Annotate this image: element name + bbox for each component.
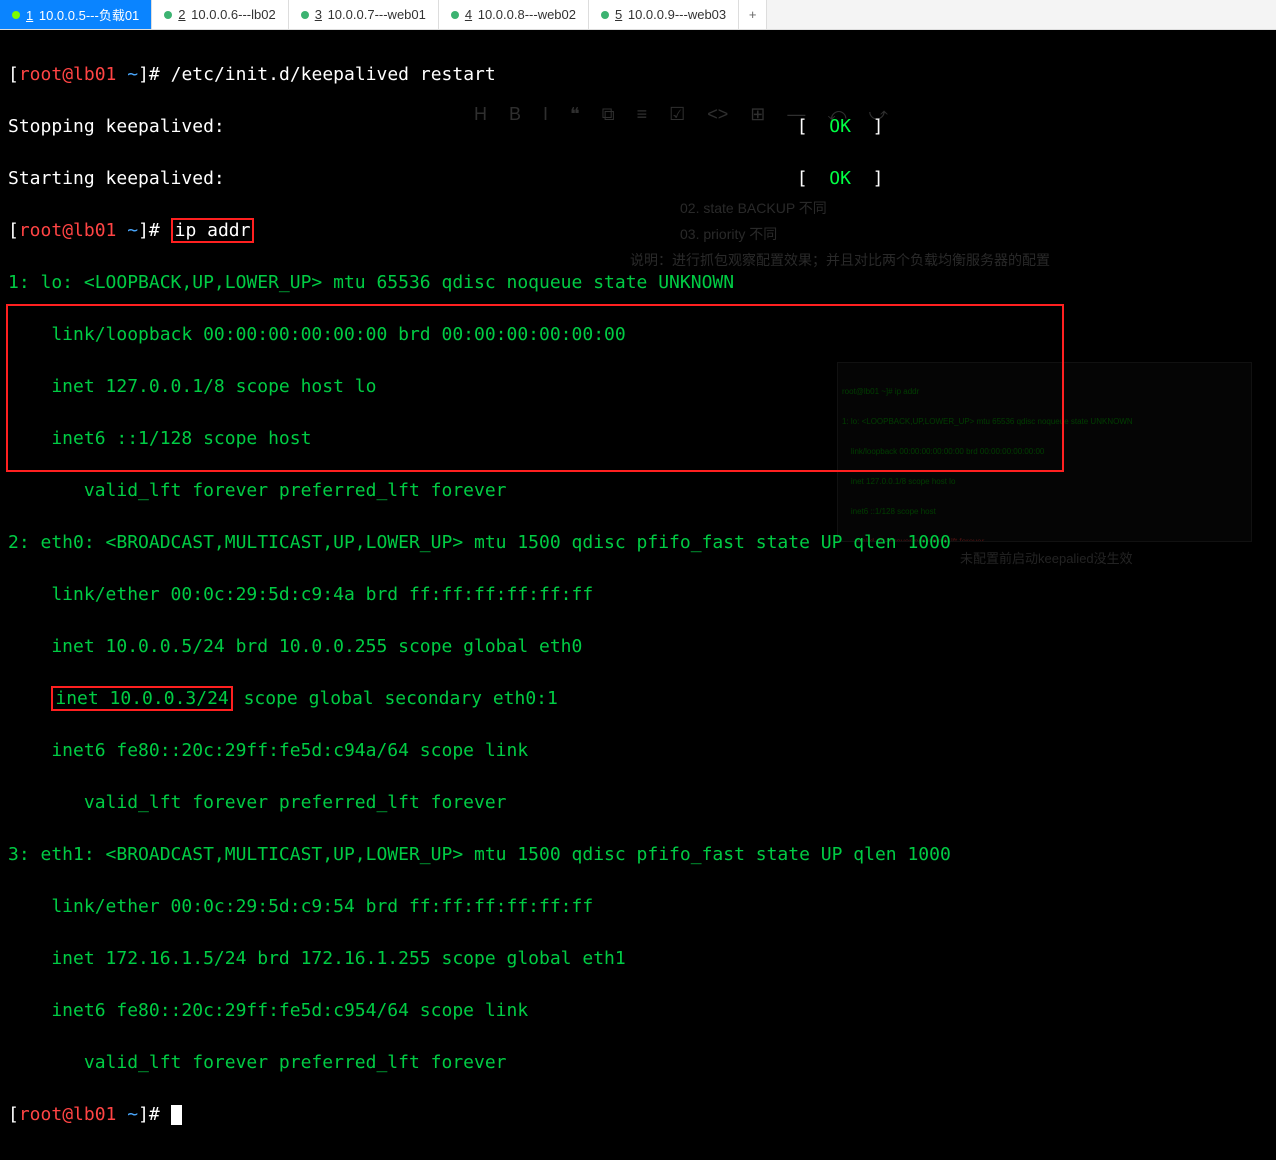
tab-5[interactable]: 5 10.0.0.9---web03 xyxy=(589,0,739,29)
status-dot-icon xyxy=(301,11,309,19)
command-text: /etc/init.d/keepalived restart xyxy=(171,64,496,85)
terminal-line: inet 10.0.0.3/24 scope global secondary … xyxy=(8,686,1268,712)
status-dot-icon xyxy=(12,11,20,19)
terminal-line: inet6 ::1/128 scope host xyxy=(8,426,1268,452)
terminal-line: inet 10.0.0.5/24 brd 10.0.0.255 scope gl… xyxy=(8,634,1268,660)
terminal-line: valid_lft forever preferred_lft forever xyxy=(8,1050,1268,1076)
terminal-line: link/ether 00:0c:29:5d:c9:54 brd ff:ff:f… xyxy=(8,894,1268,920)
tab-label: 10.0.0.5---负载01 xyxy=(39,8,139,23)
terminal-line: Starting keepalived:[ OK ] xyxy=(8,166,1268,192)
plus-icon: + xyxy=(749,7,757,22)
status-dot-icon xyxy=(451,11,459,19)
tab-1[interactable]: 1 10.0.0.5---负载01 xyxy=(0,0,152,29)
tab-num: 5 xyxy=(615,7,622,22)
vip-highlight: inet 10.0.0.3/24 xyxy=(51,686,232,711)
tab-2[interactable]: 2 10.0.0.6---lb02 xyxy=(152,0,288,29)
terminal-line: inet6 fe80::20c:29ff:fe5d:c94a/64 scope … xyxy=(8,738,1268,764)
tab-label: 10.0.0.6---lb02 xyxy=(191,7,276,22)
add-tab-button[interactable]: + xyxy=(739,0,767,29)
terminal-line: inet 127.0.0.1/8 scope host lo xyxy=(8,374,1268,400)
tab-num: 2 xyxy=(178,7,185,22)
command-text-highlighted: ip addr xyxy=(171,218,255,243)
tab-num: 4 xyxy=(465,7,472,22)
terminal-line: Stopping keepalived:[ OK ] xyxy=(8,114,1268,140)
terminal-line: [root@lb01 ~]# /etc/init.d/keepalived re… xyxy=(8,62,1268,88)
tab-num: 1 xyxy=(26,8,33,23)
status-dot-icon xyxy=(601,11,609,19)
terminal-line: [root@lb01 ~]# xyxy=(8,1102,1268,1128)
tab-label: 10.0.0.7---web01 xyxy=(328,7,426,22)
terminal-line: valid_lft forever preferred_lft forever xyxy=(8,790,1268,816)
tab-label: 10.0.0.9---web03 xyxy=(628,7,726,22)
status-dot-icon xyxy=(164,11,172,19)
terminal-line: link/loopback 00:00:00:00:00:00 brd 00:0… xyxy=(8,322,1268,348)
terminal-line: inet 172.16.1.5/24 brd 172.16.1.255 scop… xyxy=(8,946,1268,972)
cursor-icon xyxy=(171,1105,182,1125)
terminal-line: [root@lb01 ~]# ip addr xyxy=(8,218,1268,244)
tab-label: 10.0.0.8---web02 xyxy=(478,7,576,22)
tab-3[interactable]: 3 10.0.0.7---web01 xyxy=(289,0,439,29)
terminal-line: inet6 fe80::20c:29ff:fe5d:c954/64 scope … xyxy=(8,998,1268,1024)
terminal-line: valid_lft forever preferred_lft forever xyxy=(8,478,1268,504)
terminal-line: 3: eth1: <BROADCAST,MULTICAST,UP,LOWER_U… xyxy=(8,842,1268,868)
tab-num: 3 xyxy=(315,7,322,22)
terminal-line: link/ether 00:0c:29:5d:c9:4a brd ff:ff:f… xyxy=(8,582,1268,608)
terminal-line: 1: lo: <LOOPBACK,UP,LOWER_UP> mtu 65536 … xyxy=(8,270,1268,296)
terminal-output[interactable]: [root@lb01 ~]# /etc/init.d/keepalived re… xyxy=(0,30,1276,1160)
tab-bar: 1 10.0.0.5---负载01 2 10.0.0.6---lb02 3 10… xyxy=(0,0,1276,30)
tab-4[interactable]: 4 10.0.0.8---web02 xyxy=(439,0,589,29)
terminal-line: 2: eth0: <BROADCAST,MULTICAST,UP,LOWER_U… xyxy=(8,530,1268,556)
